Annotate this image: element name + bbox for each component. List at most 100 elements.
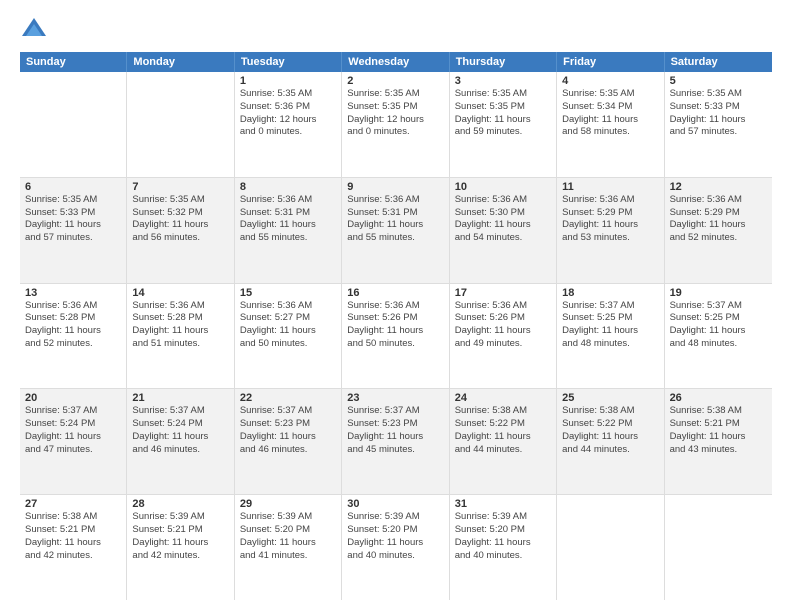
cell-line: Sunset: 5:21 PM: [132, 524, 228, 537]
cell-line: Daylight: 11 hours: [240, 537, 336, 550]
cell-line: Sunset: 5:21 PM: [25, 524, 121, 537]
day-number: 15: [240, 287, 336, 299]
calendar-cell: [20, 72, 127, 177]
cell-line: Sunrise: 5:37 AM: [670, 300, 767, 313]
calendar-header: SundayMondayTuesdayWednesdayThursdayFrid…: [20, 52, 772, 72]
cell-line: Sunrise: 5:39 AM: [132, 511, 228, 524]
cell-line: and 51 minutes.: [132, 338, 228, 351]
cell-line: Sunrise: 5:37 AM: [562, 300, 658, 313]
cell-line: and 40 minutes.: [455, 550, 551, 563]
calendar-cell: 27Sunrise: 5:38 AMSunset: 5:21 PMDayligh…: [20, 495, 127, 600]
calendar-cell: 14Sunrise: 5:36 AMSunset: 5:28 PMDayligh…: [127, 284, 234, 389]
cell-line: Daylight: 11 hours: [25, 537, 121, 550]
day-number: 21: [132, 392, 228, 404]
calendar-row-2: 6Sunrise: 5:35 AMSunset: 5:33 PMDaylight…: [20, 178, 772, 284]
cell-line: Sunset: 5:20 PM: [240, 524, 336, 537]
cell-line: Daylight: 11 hours: [562, 431, 658, 444]
calendar-cell: 6Sunrise: 5:35 AMSunset: 5:33 PMDaylight…: [20, 178, 127, 283]
calendar-cell: 12Sunrise: 5:36 AMSunset: 5:29 PMDayligh…: [665, 178, 772, 283]
cell-line: Sunset: 5:28 PM: [132, 312, 228, 325]
cell-line: Sunset: 5:25 PM: [670, 312, 767, 325]
calendar-cell: 28Sunrise: 5:39 AMSunset: 5:21 PMDayligh…: [127, 495, 234, 600]
calendar-row-3: 13Sunrise: 5:36 AMSunset: 5:28 PMDayligh…: [20, 284, 772, 390]
day-number: 19: [670, 287, 767, 299]
cell-line: and 54 minutes.: [455, 232, 551, 245]
cell-line: and 42 minutes.: [132, 550, 228, 563]
calendar-cell: 11Sunrise: 5:36 AMSunset: 5:29 PMDayligh…: [557, 178, 664, 283]
cell-line: Sunrise: 5:38 AM: [25, 511, 121, 524]
cell-line: and 53 minutes.: [562, 232, 658, 245]
calendar-cell: 18Sunrise: 5:37 AMSunset: 5:25 PMDayligh…: [557, 284, 664, 389]
cell-line: Sunrise: 5:37 AM: [132, 405, 228, 418]
cell-line: Sunset: 5:20 PM: [347, 524, 443, 537]
cell-line: Daylight: 11 hours: [132, 325, 228, 338]
cell-line: Daylight: 11 hours: [347, 537, 443, 550]
cell-line: Sunset: 5:35 PM: [347, 101, 443, 114]
cell-line: Sunset: 5:23 PM: [347, 418, 443, 431]
calendar-cell: 23Sunrise: 5:37 AMSunset: 5:23 PMDayligh…: [342, 389, 449, 494]
cell-line: and 0 minutes.: [347, 126, 443, 139]
cell-line: Daylight: 11 hours: [347, 219, 443, 232]
cell-line: and 44 minutes.: [562, 444, 658, 457]
cell-line: Sunrise: 5:36 AM: [132, 300, 228, 313]
cell-line: and 49 minutes.: [455, 338, 551, 351]
cell-line: Sunrise: 5:36 AM: [240, 194, 336, 207]
cell-line: Sunrise: 5:38 AM: [455, 405, 551, 418]
calendar-cell: 19Sunrise: 5:37 AMSunset: 5:25 PMDayligh…: [665, 284, 772, 389]
cell-line: Sunset: 5:30 PM: [455, 207, 551, 220]
cell-line: Daylight: 11 hours: [240, 325, 336, 338]
cell-line: and 41 minutes.: [240, 550, 336, 563]
cell-line: Sunrise: 5:38 AM: [670, 405, 767, 418]
day-number: 23: [347, 392, 443, 404]
cell-line: Sunset: 5:35 PM: [455, 101, 551, 114]
calendar-cell: 29Sunrise: 5:39 AMSunset: 5:20 PMDayligh…: [235, 495, 342, 600]
day-number: 31: [455, 498, 551, 510]
cell-line: and 48 minutes.: [670, 338, 767, 351]
calendar-body: 1Sunrise: 5:35 AMSunset: 5:36 PMDaylight…: [20, 72, 772, 600]
cell-line: Sunrise: 5:38 AM: [562, 405, 658, 418]
calendar-cell: 20Sunrise: 5:37 AMSunset: 5:24 PMDayligh…: [20, 389, 127, 494]
cell-line: and 57 minutes.: [25, 232, 121, 245]
day-number: 28: [132, 498, 228, 510]
day-number: 18: [562, 287, 658, 299]
cell-line: Daylight: 11 hours: [25, 219, 121, 232]
cell-line: and 42 minutes.: [25, 550, 121, 563]
cell-line: Sunrise: 5:36 AM: [455, 194, 551, 207]
calendar-cell: 3Sunrise: 5:35 AMSunset: 5:35 PMDaylight…: [450, 72, 557, 177]
calendar-cell: 8Sunrise: 5:36 AMSunset: 5:31 PMDaylight…: [235, 178, 342, 283]
day-number: 17: [455, 287, 551, 299]
cell-line: Daylight: 11 hours: [132, 537, 228, 550]
logo: [20, 16, 52, 44]
cell-line: Sunset: 5:31 PM: [240, 207, 336, 220]
cell-line: and 55 minutes.: [240, 232, 336, 245]
cell-line: Sunset: 5:26 PM: [347, 312, 443, 325]
day-number: 11: [562, 181, 658, 193]
cell-line: Sunset: 5:32 PM: [132, 207, 228, 220]
calendar-cell: 22Sunrise: 5:37 AMSunset: 5:23 PMDayligh…: [235, 389, 342, 494]
cell-line: Sunrise: 5:35 AM: [25, 194, 121, 207]
cell-line: Daylight: 11 hours: [670, 431, 767, 444]
calendar-row-5: 27Sunrise: 5:38 AMSunset: 5:21 PMDayligh…: [20, 495, 772, 600]
calendar-cell: 31Sunrise: 5:39 AMSunset: 5:20 PMDayligh…: [450, 495, 557, 600]
day-number: 3: [455, 75, 551, 87]
cell-line: Daylight: 11 hours: [347, 431, 443, 444]
cell-line: and 50 minutes.: [347, 338, 443, 351]
day-number: 14: [132, 287, 228, 299]
calendar-cell: 21Sunrise: 5:37 AMSunset: 5:24 PMDayligh…: [127, 389, 234, 494]
cell-line: Sunrise: 5:35 AM: [132, 194, 228, 207]
day-number: 13: [25, 287, 121, 299]
calendar-cell: 10Sunrise: 5:36 AMSunset: 5:30 PMDayligh…: [450, 178, 557, 283]
day-number: 20: [25, 392, 121, 404]
header-day-tuesday: Tuesday: [235, 52, 342, 72]
cell-line: and 46 minutes.: [132, 444, 228, 457]
cell-line: Sunset: 5:26 PM: [455, 312, 551, 325]
cell-line: Sunset: 5:27 PM: [240, 312, 336, 325]
cell-line: Sunset: 5:20 PM: [455, 524, 551, 537]
cell-line: and 40 minutes.: [347, 550, 443, 563]
cell-line: and 55 minutes.: [347, 232, 443, 245]
calendar-row-4: 20Sunrise: 5:37 AMSunset: 5:24 PMDayligh…: [20, 389, 772, 495]
cell-line: and 0 minutes.: [240, 126, 336, 139]
day-number: 24: [455, 392, 551, 404]
calendar-cell: [557, 495, 664, 600]
cell-line: Sunset: 5:29 PM: [562, 207, 658, 220]
